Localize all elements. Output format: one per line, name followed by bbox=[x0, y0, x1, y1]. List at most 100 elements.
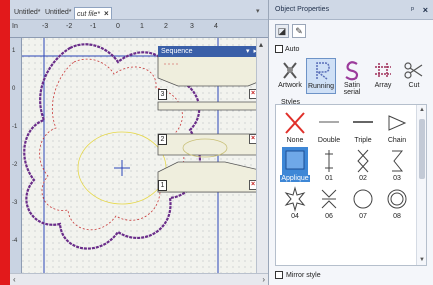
sequence-item-3[interactable]: 3 × × bbox=[158, 89, 268, 100]
scroll-up-icon[interactable]: ▴ bbox=[259, 40, 263, 49]
styles-gallery: None Double Triple Chain Applique 01 02 … bbox=[275, 104, 427, 266]
sequence-item-2[interactable]: 2 × × bbox=[158, 134, 268, 145]
styles-grid: None Double Triple Chain Applique 01 02 … bbox=[278, 109, 416, 223]
tab-fill-icon[interactable]: ◪ bbox=[275, 24, 289, 38]
style-04[interactable]: 04 bbox=[278, 185, 312, 223]
running-stitch-icon bbox=[315, 62, 330, 80]
ruler-label: -4 bbox=[12, 238, 18, 244]
ruler-label: 2 bbox=[164, 23, 168, 30]
ruler-label: 1 bbox=[140, 23, 144, 30]
scroll-down-icon[interactable]: ▼ bbox=[419, 257, 425, 263]
type-label: Running bbox=[307, 83, 335, 90]
style-label: None bbox=[286, 137, 304, 144]
style-label: 01 bbox=[325, 175, 333, 182]
close-tab-icon[interactable]: × bbox=[104, 8, 109, 20]
type-running[interactable]: Running bbox=[306, 58, 336, 94]
scroll-left-icon[interactable]: ‹ bbox=[13, 275, 16, 284]
mirror-style-label: Mirror style bbox=[286, 271, 321, 279]
applique-style-icon bbox=[282, 147, 308, 175]
style-06-icon bbox=[321, 189, 337, 209]
sequence-title: Sequence bbox=[161, 48, 193, 55]
doc-tab-cut-file[interactable]: cut file* × bbox=[74, 7, 112, 19]
artwork-icon bbox=[283, 62, 297, 79]
doc-tab-label: Untitled* bbox=[14, 9, 41, 16]
style-02[interactable]: 02 bbox=[346, 147, 380, 185]
triple-style-icon bbox=[353, 121, 373, 123]
satin-serial-icon bbox=[345, 61, 359, 81]
left-red-bar bbox=[0, 0, 10, 285]
panel-title-bar: Object Properties ᵖ × bbox=[269, 0, 433, 20]
style-04-icon bbox=[284, 186, 306, 212]
style-01[interactable]: 01 bbox=[312, 147, 346, 185]
ruler-label: -1 bbox=[90, 23, 97, 30]
tabs-dropdown-icon[interactable]: ▾ bbox=[256, 7, 264, 15]
style-label: 08 bbox=[393, 213, 401, 220]
style-label: 06 bbox=[325, 213, 333, 220]
style-triple[interactable]: Triple bbox=[346, 109, 380, 147]
style-double[interactable]: Double bbox=[312, 109, 346, 147]
sequence-header[interactable]: Sequence ▾ ▸ × bbox=[158, 46, 268, 57]
style-07-icon bbox=[353, 189, 373, 209]
pin-icon[interactable]: ᵖ bbox=[411, 0, 414, 20]
style-chain[interactable]: Chain bbox=[380, 109, 414, 147]
doc-tab-untitled-2[interactable]: Untitled* bbox=[43, 7, 73, 19]
style-applique[interactable]: Applique bbox=[278, 147, 312, 185]
style-label: 07 bbox=[359, 213, 367, 220]
doc-tab-untitled-1[interactable]: Untitled* bbox=[12, 7, 42, 19]
sequence-item-number: 1 bbox=[158, 180, 167, 191]
mirror-style-checkbox[interactable] bbox=[275, 271, 283, 279]
type-cut[interactable]: Cut bbox=[399, 58, 429, 94]
auto-checkbox[interactable] bbox=[275, 45, 283, 53]
ruler-label: 4 bbox=[214, 23, 218, 30]
panel-tabs: ◪ ✎ bbox=[275, 24, 306, 40]
type-array[interactable]: Array bbox=[368, 58, 398, 94]
type-label: Artwork bbox=[278, 82, 302, 89]
array-icon bbox=[375, 63, 391, 78]
scroll-right-icon[interactable]: › bbox=[262, 275, 265, 284]
type-satin-serial[interactable]: Satin serial bbox=[337, 58, 367, 96]
scroll-up-icon[interactable]: ▲ bbox=[419, 107, 425, 113]
type-artwork[interactable]: Artwork bbox=[275, 58, 305, 94]
styles-scrollbar[interactable]: ▲ ▼ bbox=[416, 105, 426, 265]
canvas-artwork bbox=[22, 38, 268, 273]
ruler-label: -2 bbox=[66, 23, 73, 30]
ruler-label: -2 bbox=[12, 162, 18, 168]
canvas-vertical-scrollbar[interactable]: ▴ bbox=[256, 38, 268, 273]
close-panel-icon[interactable]: × bbox=[423, 0, 428, 20]
double-style-icon bbox=[319, 121, 339, 123]
style-02-icon bbox=[357, 149, 369, 173]
vertical-ruler: 1 0 -1 -2 -3 -4 bbox=[10, 38, 22, 273]
style-label: Double bbox=[317, 137, 341, 144]
scissors-icon bbox=[404, 62, 423, 79]
ruler-label: 3 bbox=[190, 23, 194, 30]
type-label: Cut bbox=[408, 82, 420, 89]
ruler-unit: In bbox=[12, 23, 18, 30]
style-03[interactable]: 03 bbox=[380, 147, 414, 185]
style-01-icon bbox=[325, 150, 333, 172]
style-label: Applique bbox=[280, 175, 310, 182]
sequence-item-1[interactable]: 1 × ○ bbox=[158, 180, 268, 191]
design-canvas[interactable]: In -3 -2 -1 0 1 2 3 4 1 0 -1 -2 -3 -4 Se… bbox=[10, 20, 268, 285]
tab-outline-icon[interactable]: ✎ bbox=[292, 24, 306, 38]
style-08[interactable]: 08 bbox=[380, 185, 414, 223]
style-none[interactable]: None bbox=[278, 109, 312, 147]
auto-option[interactable]: Auto bbox=[275, 44, 299, 54]
horizontal-ruler: In -3 -2 -1 0 1 2 3 4 bbox=[10, 20, 268, 38]
style-label: 04 bbox=[291, 213, 299, 220]
style-07[interactable]: 07 bbox=[346, 185, 380, 223]
style-03-icon bbox=[392, 150, 404, 172]
scroll-thumb[interactable] bbox=[419, 119, 425, 179]
style-08-icon bbox=[387, 189, 407, 209]
style-label: 02 bbox=[359, 175, 367, 182]
style-label: Triple bbox=[354, 137, 372, 144]
style-label: 03 bbox=[393, 175, 401, 182]
document-tab-bar: Untitled* Untitled* cut file* × ▾ bbox=[10, 0, 268, 20]
ruler-label: 0 bbox=[12, 86, 16, 92]
mirror-style-option[interactable]: Mirror style bbox=[275, 271, 321, 279]
ruler-label: -3 bbox=[42, 23, 49, 30]
sequence-item-number: 3 bbox=[158, 89, 167, 100]
ruler-label: -1 bbox=[12, 124, 18, 130]
chain-style-icon bbox=[388, 115, 407, 131]
canvas-horizontal-scrollbar[interactable]: ‹ › bbox=[10, 273, 268, 285]
style-06[interactable]: 06 bbox=[312, 185, 346, 223]
